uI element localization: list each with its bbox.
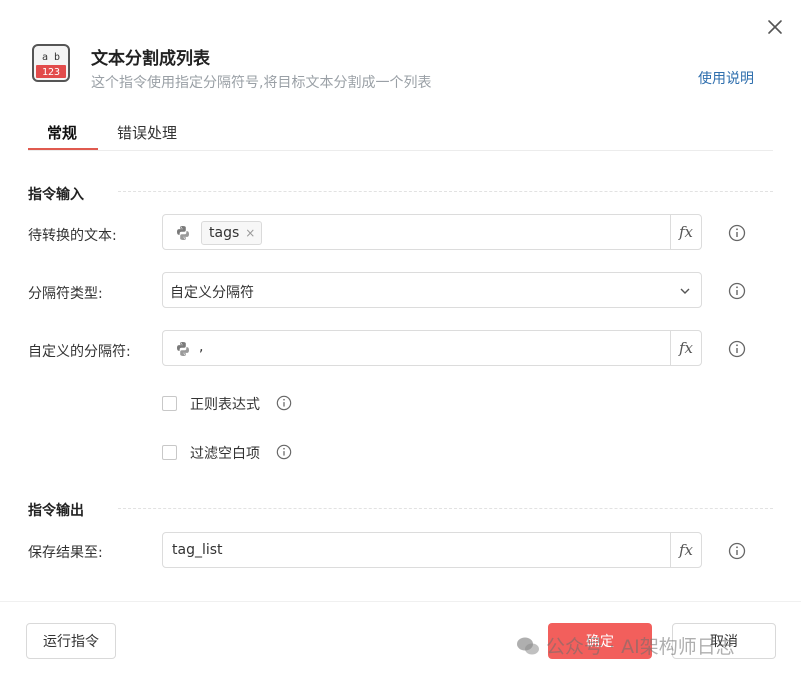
tab-error-handling[interactable]: 错误处理 [117,122,177,143]
close-icon[interactable] [765,17,785,37]
help-link[interactable]: 使用说明 [698,68,754,88]
text-input-label: 待转换的文本: [28,228,117,244]
python-icon [177,226,189,240]
save-to-label: 保存结果至: [28,545,103,561]
info-icon[interactable] [276,444,292,460]
text-split-app-icon: a b 123 [32,44,70,82]
icon-text-bottom: 123 [42,67,60,78]
info-icon[interactable] [728,340,746,358]
python-icon [177,342,189,356]
fx-button[interactable]: fx [670,331,701,365]
filter-blank-checkbox[interactable] [162,445,177,460]
dialog-title: 文本分割成列表 [91,49,210,69]
custom-separator-field[interactable]: , fx [162,330,702,366]
info-icon[interactable] [728,542,746,560]
cancel-button[interactable]: 取消 [672,623,776,659]
tab-general[interactable]: 常规 [47,122,77,143]
variable-tag-chip[interactable]: tags × [201,221,263,245]
chevron-down-icon [680,288,690,294]
filter-blank-checkbox-label: 过滤空白项 [190,446,260,462]
custom-separator-value: , [199,339,204,355]
tab-divider [28,150,773,151]
separator-type-value: 自定义分隔符 [170,285,254,301]
footer-divider [0,601,801,602]
separator-type-select[interactable]: 自定义分隔符 [162,272,702,308]
save-to-field[interactable]: tag_list fx [162,532,702,568]
info-icon[interactable] [276,395,292,411]
section-divider [118,508,773,509]
run-command-button[interactable]: 运行指令 [26,623,116,659]
regex-checkbox-label: 正则表达式 [190,397,260,413]
info-icon[interactable] [728,224,746,242]
icon-text-top: a b [42,52,60,63]
section-divider [118,191,773,192]
regex-checkbox[interactable] [162,396,177,411]
info-icon[interactable] [728,282,746,300]
tag-remove-icon[interactable]: × [245,226,255,240]
tag-label: tags [209,225,240,241]
custom-separator-label: 自定义的分隔符: [28,344,131,360]
section-title-input: 指令输入 [28,187,84,203]
fx-button[interactable]: fx [670,215,701,249]
wechat-icon [517,637,539,654]
dialog-subtitle: 这个指令使用指定分隔符号,将目标文本分割成一个列表 [91,75,432,91]
separator-type-label: 分隔符类型: [28,286,103,302]
text-input-field[interactable]: tags × fx [162,214,702,250]
fx-button[interactable]: fx [670,533,701,567]
ok-button[interactable]: 确定 [548,623,652,659]
section-title-output: 指令输出 [28,503,84,519]
save-to-value: tag_list [172,542,223,558]
